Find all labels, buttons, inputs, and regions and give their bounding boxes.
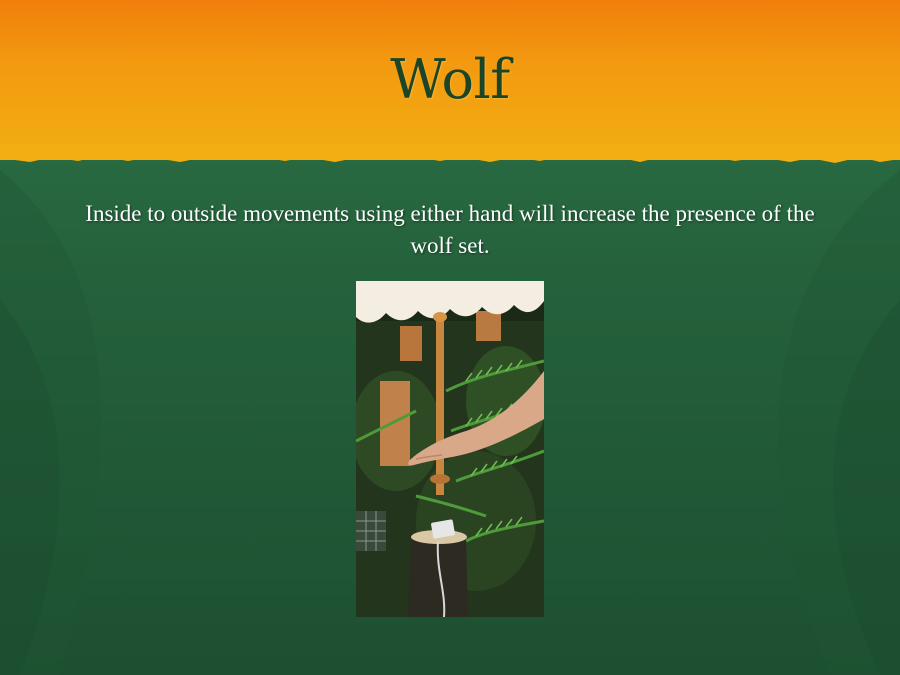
slide: Wolf Inside to outside movements using e…	[0, 0, 900, 675]
header-torn-edge	[0, 145, 900, 163]
photo-illustration	[356, 281, 544, 617]
slide-body-text: Inside to outside movements using either…	[85, 201, 815, 258]
slide-title: Wolf	[390, 48, 510, 111]
wolf-demo-photo	[356, 281, 544, 617]
